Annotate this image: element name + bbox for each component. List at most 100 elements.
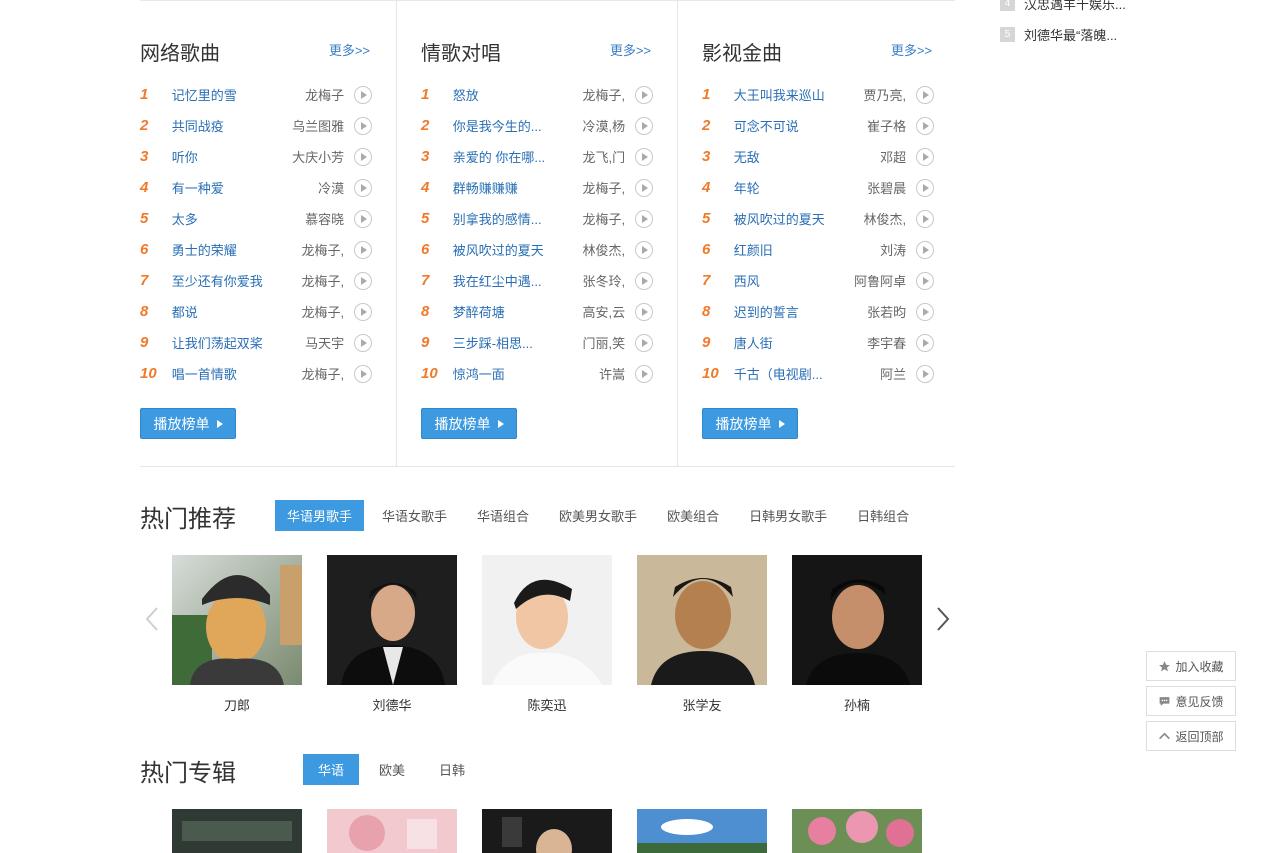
song-name-link[interactable]: 让我们荡起双桨 (172, 333, 285, 352)
song-name-link[interactable]: 我在红尘中遇... (453, 271, 566, 290)
play-icon[interactable] (635, 85, 653, 104)
song-name-link[interactable]: 听你 (172, 147, 285, 166)
artist-card[interactable]: 刘德华 (327, 555, 457, 714)
album-cover[interactable] (637, 809, 767, 853)
song-artist[interactable]: 张若昀 (847, 302, 910, 321)
play-icon[interactable] (635, 271, 653, 290)
song-name-link[interactable]: 无敌 (734, 147, 847, 166)
album-cover[interactable] (792, 809, 922, 853)
song-artist[interactable]: 龙梅子, (285, 302, 348, 321)
back-to-top-button[interactable]: 返回顶部 (1146, 721, 1236, 751)
play-icon[interactable] (635, 240, 653, 259)
news-item[interactable]: 4 汉忠遇羊千娱乐... (1000, 0, 1200, 19)
play-icon[interactable] (916, 240, 934, 259)
song-name-link[interactable]: 梦醉荷塘 (453, 302, 566, 321)
song-name-link[interactable]: 太多 (172, 209, 285, 228)
tab-western-solo[interactable]: 欧美男女歌手 (547, 500, 649, 531)
song-artist[interactable]: 龙梅子, (285, 240, 348, 259)
song-artist[interactable]: 龙梅子 (285, 85, 348, 104)
tab-western-group[interactable]: 欧美组合 (655, 500, 731, 531)
song-artist[interactable]: 大庆小芳 (285, 147, 348, 166)
play-icon[interactable] (635, 147, 653, 166)
carousel-prev-icon[interactable] (145, 606, 159, 632)
song-name-link[interactable]: 惊鸿一面 (453, 364, 566, 383)
song-name-link[interactable]: 至少还有你爱我 (172, 271, 285, 290)
album-cover[interactable] (482, 809, 612, 853)
play-icon[interactable] (354, 240, 372, 259)
carousel-next-icon[interactable] (936, 606, 950, 632)
chart-more-link[interactable]: 更多>> (329, 40, 370, 59)
play-icon[interactable] (354, 178, 372, 197)
artist-photo[interactable] (637, 555, 767, 685)
song-artist[interactable]: 龙飞,门 (566, 147, 629, 166)
play-icon[interactable] (916, 147, 934, 166)
song-name-link[interactable]: 唱一首情歌 (172, 364, 285, 383)
song-name-link[interactable]: 亲爱的 你在哪... (453, 147, 566, 166)
artist-name[interactable]: 张学友 (637, 695, 767, 714)
play-icon[interactable] (916, 178, 934, 197)
song-artist[interactable]: 乌兰图雅 (285, 116, 348, 135)
song-artist[interactable]: 邓超 (847, 147, 910, 166)
song-artist[interactable]: 崔子格 (847, 116, 910, 135)
song-artist[interactable]: 李宇春 (847, 333, 910, 352)
song-artist[interactable]: 冷漠 (285, 178, 348, 197)
song-name-link[interactable]: 怒放 (453, 85, 566, 104)
song-artist[interactable]: 慕容晓 (285, 209, 348, 228)
play-icon[interactable] (354, 302, 372, 321)
artist-card[interactable]: 刀郎 (172, 555, 302, 714)
song-artist[interactable]: 贾乃亮, (847, 85, 910, 104)
play-icon[interactable] (354, 271, 372, 290)
play-icon[interactable] (354, 147, 372, 166)
song-artist[interactable]: 门丽,笑 (566, 333, 629, 352)
artist-name[interactable]: 陈奕迅 (482, 695, 612, 714)
song-name-link[interactable]: 有一种爱 (172, 178, 285, 197)
play-icon[interactable] (354, 333, 372, 352)
song-name-link[interactable]: 被风吹过的夏天 (734, 209, 847, 228)
song-artist[interactable]: 林俊杰, (566, 240, 629, 259)
play-icon[interactable] (635, 209, 653, 228)
song-artist[interactable]: 龙梅子, (285, 271, 348, 290)
news-title[interactable]: 汉忠遇羊千娱乐... (1024, 0, 1126, 13)
feedback-button[interactable]: 意见反馈 (1146, 686, 1236, 716)
song-name-link[interactable]: 可念不可说 (734, 116, 847, 135)
artist-card[interactable]: 张学友 (637, 555, 767, 714)
album-cover[interactable] (327, 809, 457, 853)
song-artist[interactable]: 马天宇 (285, 333, 348, 352)
play-icon[interactable] (916, 209, 934, 228)
artist-name[interactable]: 孙楠 (792, 695, 922, 714)
song-artist[interactable]: 龙梅子, (566, 85, 629, 104)
song-artist[interactable]: 龙梅子, (566, 209, 629, 228)
song-name-link[interactable]: 三步踩-相思... (453, 333, 566, 352)
song-artist[interactable]: 张碧晨 (847, 178, 910, 197)
tab-huayu-female[interactable]: 华语女歌手 (370, 500, 459, 531)
play-icon[interactable] (916, 116, 934, 135)
song-name-link[interactable]: 群畅赚赚赚 (453, 178, 566, 197)
news-title[interactable]: 刘德华最“落魄... (1024, 25, 1117, 44)
tab-album-western[interactable]: 欧美 (365, 754, 419, 785)
song-name-link[interactable]: 被风吹过的夏天 (453, 240, 566, 259)
play-icon[interactable] (916, 333, 934, 352)
song-artist[interactable]: 阿兰 (847, 364, 910, 383)
artist-photo[interactable] (327, 555, 457, 685)
song-artist[interactable]: 林俊杰, (847, 209, 910, 228)
song-artist[interactable]: 冷漠,杨 (566, 116, 629, 135)
play-chart-button[interactable]: 播放榜单 (702, 408, 798, 439)
artist-name[interactable]: 刘德华 (327, 695, 457, 714)
song-artist[interactable]: 刘涛 (847, 240, 910, 259)
song-artist[interactable]: 张冬玲, (566, 271, 629, 290)
tab-jpkr-solo[interactable]: 日韩男女歌手 (737, 500, 839, 531)
play-icon[interactable] (354, 364, 372, 383)
song-artist[interactable]: 龙梅子, (566, 178, 629, 197)
play-icon[interactable] (916, 271, 934, 290)
play-icon[interactable] (916, 302, 934, 321)
play-icon[interactable] (635, 116, 653, 135)
song-name-link[interactable]: 记忆里的雪 (172, 85, 285, 104)
song-name-link[interactable]: 别拿我的感情... (453, 209, 566, 228)
tab-huayu-group[interactable]: 华语组合 (465, 500, 541, 531)
play-icon[interactable] (916, 364, 934, 383)
song-name-link[interactable]: 年轮 (734, 178, 847, 197)
play-icon[interactable] (635, 333, 653, 352)
album-cover[interactable] (172, 809, 302, 853)
song-name-link[interactable]: 共同战疫 (172, 116, 285, 135)
song-name-link[interactable]: 你是我今生的... (453, 116, 566, 135)
